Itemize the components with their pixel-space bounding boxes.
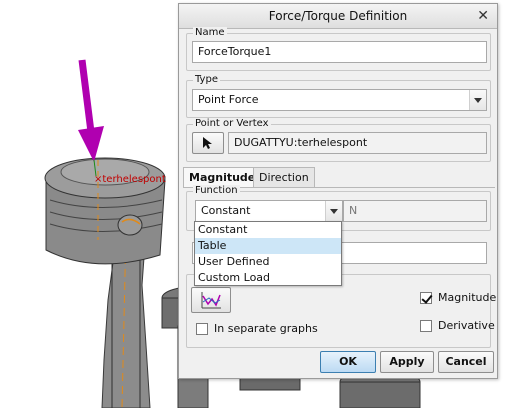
graph-icon — [201, 292, 221, 309]
select-point-button[interactable] — [192, 132, 224, 154]
type-select[interactable]: Point Force — [192, 89, 487, 111]
force-torque-dialog: Force/Torque Definition ✕ Name ForceTorq… — [178, 3, 498, 379]
load-point-label: ×terhelespont — [94, 174, 166, 185]
name-field[interactable]: ForceTorque1 — [192, 41, 487, 63]
chevron-down-icon[interactable] — [469, 90, 486, 110]
point-field[interactable]: DUGATTYU:terhelespont — [228, 132, 487, 154]
close-icon[interactable]: ✕ — [477, 4, 489, 28]
derivative-checkbox-label: Derivative — [438, 319, 495, 332]
name-label: Name — [193, 27, 227, 38]
type-label: Type — [193, 74, 220, 85]
function-select[interactable]: Constant — [195, 200, 343, 222]
dialog-title: Force/Torque Definition — [268, 9, 408, 23]
function-select-value: Constant — [201, 204, 251, 217]
dropdown-option-constant[interactable]: Constant — [195, 222, 341, 238]
tab-direction[interactable]: Direction — [253, 167, 315, 187]
cursor-arrow-icon — [203, 137, 212, 149]
magnitude-checkbox-label: Magnitude — [438, 291, 497, 304]
derivative-checkbox[interactable] — [420, 320, 432, 332]
type-select-value: Point Force — [198, 93, 259, 106]
dropdown-option-custom-load[interactable]: Custom Load — [195, 270, 341, 286]
dialog-titlebar[interactable]: Force/Torque Definition ✕ — [179, 4, 497, 29]
dropdown-option-table[interactable]: Table — [195, 238, 341, 254]
cancel-button[interactable]: Cancel — [438, 351, 494, 373]
apply-button[interactable]: Apply — [380, 351, 434, 373]
separate-graphs-label: In separate graphs — [214, 322, 318, 335]
dropdown-option-user-defined[interactable]: User Defined — [195, 254, 341, 270]
magnitude-checkbox[interactable] — [420, 292, 432, 304]
unit-field[interactable]: N — [343, 200, 487, 222]
chevron-down-icon[interactable] — [325, 201, 342, 221]
function-dropdown-list[interactable]: Constant Table User Defined Custom Load — [194, 221, 342, 286]
point-label: Point or Vertex — [193, 118, 271, 129]
function-label: Function — [193, 185, 240, 196]
separate-graphs-checkbox[interactable] — [196, 323, 208, 335]
graph-button[interactable] — [191, 287, 231, 313]
ok-button[interactable]: OK — [320, 351, 376, 373]
